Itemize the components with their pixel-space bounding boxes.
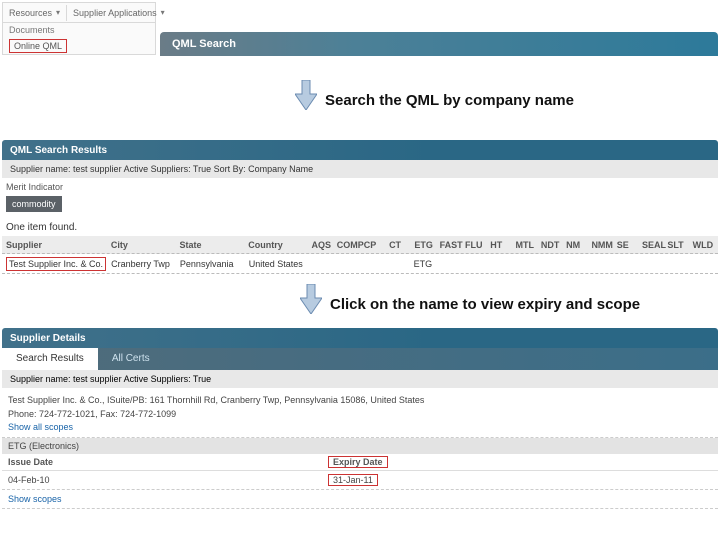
dates-row: 04-Feb-10 31-Jan-11 (2, 471, 718, 490)
expiry-date-head: Expiry Date (328, 456, 388, 468)
col-state: State (180, 240, 249, 250)
col-mtl: MTL (516, 240, 541, 250)
details-header: Supplier Details (2, 328, 718, 348)
results-count: One item found. (6, 222, 77, 233)
col-comp: COMP (337, 240, 364, 250)
table-row[interactable]: Test Supplier Inc. & Co. Cranberry Twp P… (2, 254, 718, 274)
tab-all-certs[interactable]: All Certs (98, 348, 164, 370)
table-header-row: Supplier City State Country AQS COMP CP … (2, 236, 718, 254)
address-block: Test Supplier Inc. & Co., ISuite/PB: 161… (2, 388, 718, 438)
show-all-scopes-link[interactable]: Show all scopes (8, 421, 712, 435)
cell-etg: ETG (414, 259, 439, 269)
col-flu: FLU (465, 240, 490, 250)
results-table: Supplier City State Country AQS COMP CP … (2, 236, 718, 274)
col-nmm: NMM (591, 240, 616, 250)
menu-resources[interactable]: Resources ▾ (3, 5, 67, 21)
menu-supplier-apps[interactable]: Supplier Applications ▾ (67, 5, 171, 21)
col-ht: HT (490, 240, 515, 250)
col-fast: FAST (440, 240, 465, 250)
merit-label: Merit Indicator (6, 182, 86, 192)
results-header: QML Search Results (2, 140, 718, 160)
details-criteria: Supplier name: test supplier Active Supp… (2, 370, 718, 388)
menu-supplier-apps-label: Supplier Applications (73, 8, 157, 18)
callout-details: Click on the name to view expiry and sco… (330, 296, 640, 313)
cell-country: United States (249, 259, 312, 269)
menu-documents[interactable]: Documents (3, 23, 155, 37)
issue-date-val: 04-Feb-10 (8, 475, 328, 485)
cell-state: Pennsylvania (180, 259, 249, 269)
expiry-date-val: 31-Jan-11 (328, 474, 378, 486)
col-country: Country (248, 240, 311, 250)
col-seal: SEAL (642, 240, 667, 250)
menu-online-qml[interactable]: Online QML (9, 39, 67, 53)
cell-city: Cranberry Twp (111, 259, 180, 269)
col-ndt: NDT (541, 240, 566, 250)
dates-header: Issue Date Expiry Date (2, 454, 718, 471)
col-nm: NM (566, 240, 591, 250)
arrow-down-icon (295, 80, 317, 110)
merit-chip: commodity (6, 196, 62, 212)
callout-search: Search the QML by company name (325, 92, 574, 109)
issue-date-head: Issue Date (8, 457, 328, 467)
address-line2: Phone: 724-772-1021, Fax: 724-772-1099 (8, 408, 712, 422)
details-tabs: Search Results All Certs (2, 348, 718, 370)
header-title: QML Search (172, 38, 236, 50)
qml-search-header: QML Search (160, 32, 718, 56)
col-wld: WLD (693, 240, 718, 250)
col-cp: CP (364, 240, 389, 250)
chevron-down-icon: ▾ (56, 8, 60, 17)
results-criteria: Supplier name: test supplier Active Supp… (2, 160, 718, 178)
details-area: Search Results All Certs Supplier name: … (2, 348, 718, 509)
supplier-link[interactable]: Test Supplier Inc. & Co. (6, 257, 106, 271)
etg-category: ETG (Electronics) (2, 438, 718, 454)
col-ct: CT (389, 240, 414, 250)
col-se: SE (617, 240, 642, 250)
col-aqs: AQS (311, 240, 336, 250)
top-left-menu: Resources ▾ Supplier Applications ▾ Docu… (2, 2, 156, 55)
details-title: Supplier Details (10, 333, 86, 344)
col-supplier: Supplier (2, 240, 111, 250)
col-city: City (111, 240, 180, 250)
col-etg: ETG (414, 240, 439, 250)
chevron-down-icon: ▾ (161, 8, 165, 17)
arrow-down-icon (300, 284, 322, 314)
col-slt: SLT (667, 240, 692, 250)
address-line1: Test Supplier Inc. & Co., ISuite/PB: 161… (8, 394, 712, 408)
results-title: QML Search Results (10, 145, 107, 156)
menu-resources-label: Resources (9, 8, 52, 18)
show-scopes-link[interactable]: Show scopes (2, 490, 718, 509)
tab-search-results[interactable]: Search Results (2, 348, 98, 370)
merit-indicator: Merit Indicator commodity (6, 182, 86, 212)
